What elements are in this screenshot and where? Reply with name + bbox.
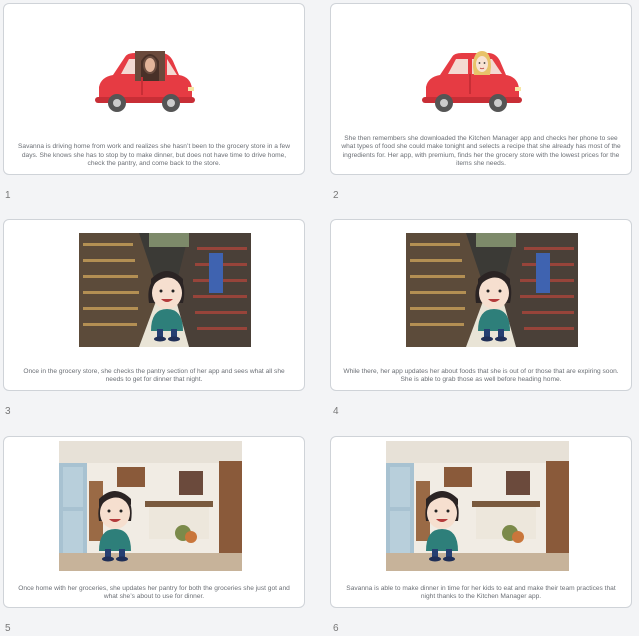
slide-card-6[interactable]: Savanna is able to make dinner in time f… <box>330 436 632 608</box>
slide-number-2: 2 <box>333 190 339 201</box>
kitchen-image <box>386 441 569 571</box>
slide-card-1[interactable]: Savanna is driving home from work and re… <box>3 3 305 175</box>
slide-caption: Once in the grocery store, she checks th… <box>23 367 285 383</box>
slide-caption: She then remembers she downloaded the Ki… <box>341 135 621 167</box>
slide-caption: Savanna is driving home from work and re… <box>18 143 290 167</box>
slide-card-4[interactable]: While there, her app updates her about f… <box>330 219 632 391</box>
car-illustration <box>418 47 524 117</box>
grocery-aisle-image <box>79 233 251 347</box>
slide-caption: While there, her app updates her about f… <box>343 367 619 383</box>
slide-card-5[interactable]: Once home with her groceries, she update… <box>3 436 305 608</box>
slide-card-2[interactable]: She then remembers she downloaded the Ki… <box>330 3 632 175</box>
slide-number-6: 6 <box>333 623 339 634</box>
slide-number-1: 1 <box>5 190 11 201</box>
slide-number-5: 5 <box>5 623 11 634</box>
slide-number-4: 4 <box>333 406 339 417</box>
kitchen-image <box>59 441 242 571</box>
slide-card-3[interactable]: Once in the grocery store, she checks th… <box>3 219 305 391</box>
slide-number-3: 3 <box>5 406 11 417</box>
slide-caption: Once home with her groceries, she update… <box>18 584 290 600</box>
slide-caption: Savanna is able to make dinner in time f… <box>346 584 616 600</box>
car-illustration <box>91 47 197 117</box>
grocery-aisle-image <box>406 233 578 347</box>
